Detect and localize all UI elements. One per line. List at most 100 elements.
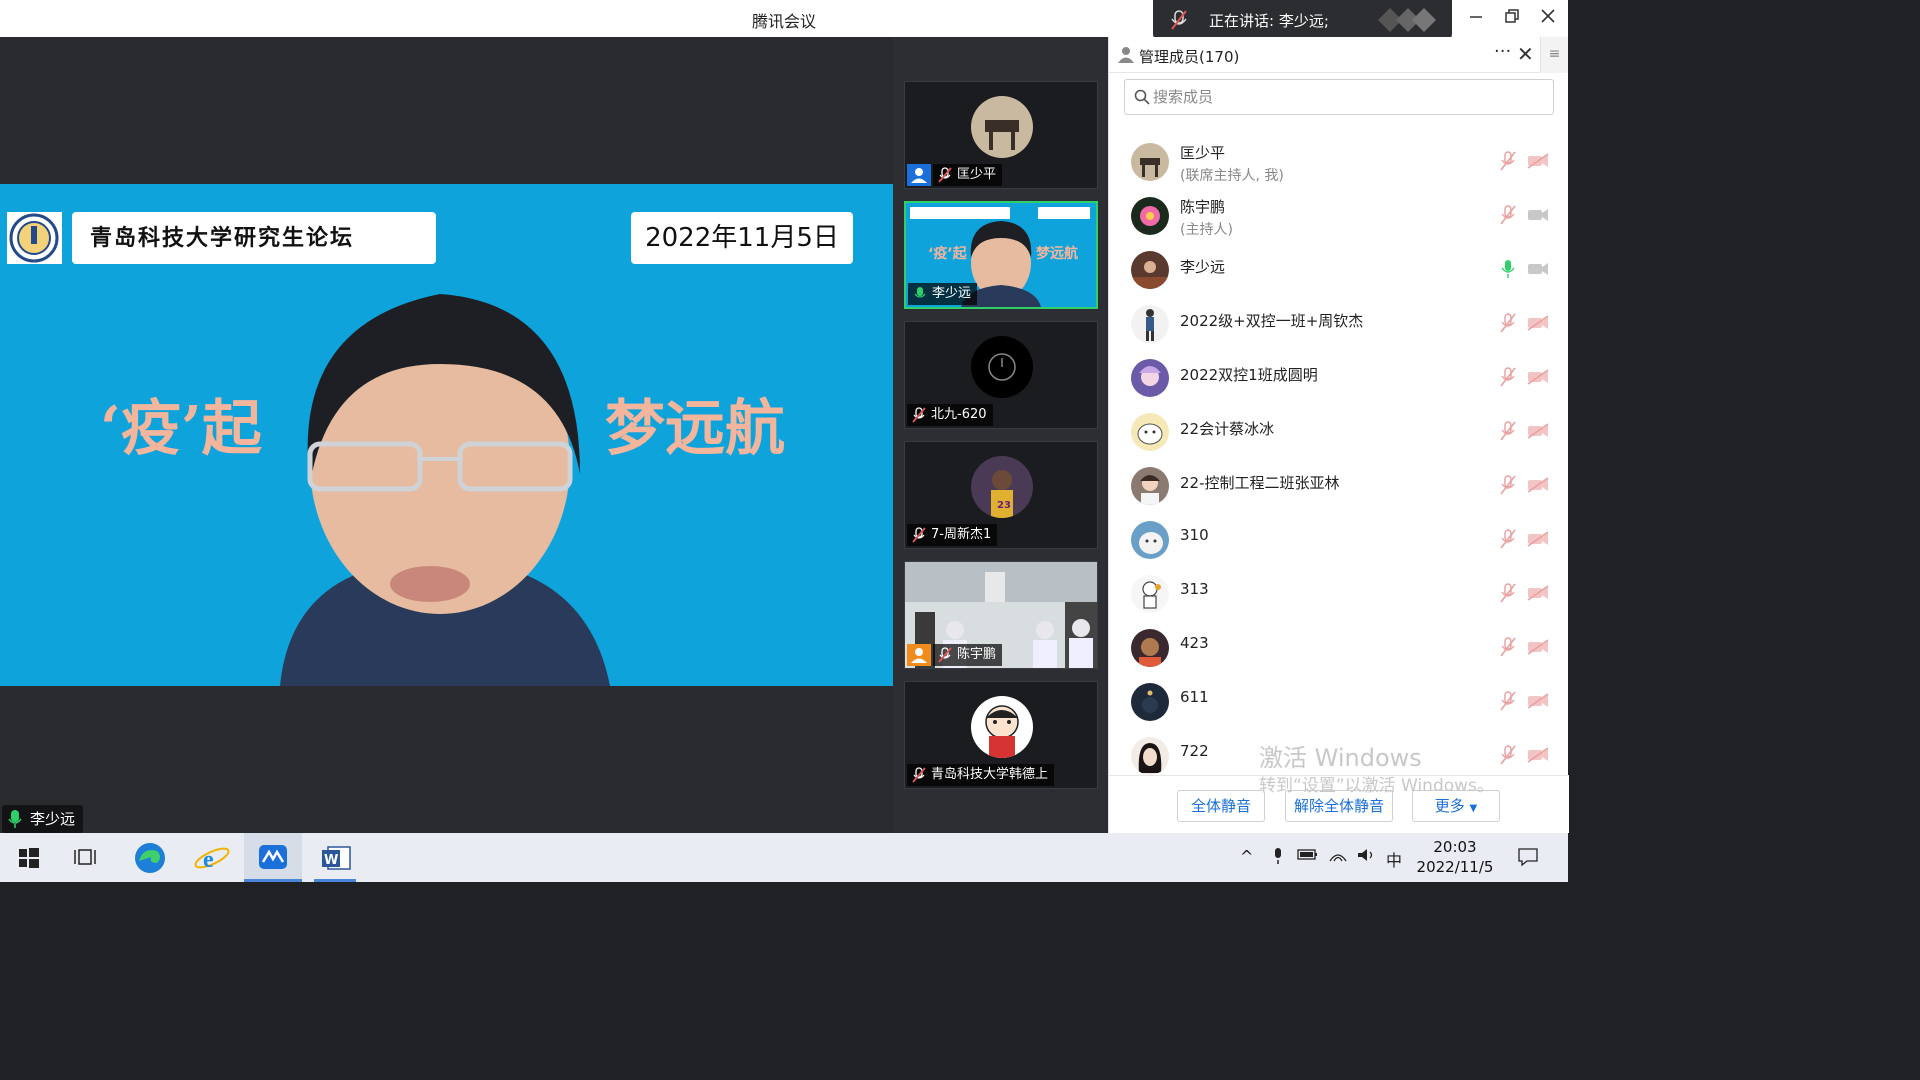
member-row[interactable]: 423	[1109, 623, 1569, 677]
thumbnail-tile[interactable]: 匡少平	[904, 81, 1098, 189]
camera-off-icon[interactable]	[1527, 153, 1549, 169]
ie-app[interactable]: e	[183, 833, 241, 882]
taskbar: e W ^ 中 20:03 2022/11/5	[0, 833, 1568, 882]
camera-off-icon[interactable]	[1527, 693, 1549, 709]
avatar	[971, 96, 1033, 158]
muted-mic-icon	[912, 407, 926, 423]
camera-off-icon[interactable]	[1527, 585, 1549, 601]
start-button[interactable]	[0, 833, 58, 882]
avatar	[1131, 143, 1169, 181]
member-name: 313	[1180, 580, 1209, 598]
thumbnail-name: 青岛科技大学韩德上	[931, 767, 1049, 782]
muted-mic-icon[interactable]	[1499, 529, 1517, 549]
muted-mic-icon[interactable]	[1499, 421, 1517, 441]
member-row[interactable]: 313	[1109, 569, 1569, 623]
camera-off-icon[interactable]	[1527, 423, 1549, 439]
microphone-tray-icon[interactable]	[1272, 847, 1284, 865]
close-window-button[interactable]	[1533, 4, 1563, 32]
member-row[interactable]: 310	[1109, 515, 1569, 569]
volume-icon[interactable]	[1356, 847, 1378, 863]
muted-mic-icon[interactable]	[1499, 313, 1517, 333]
member-row[interactable]: 李少远	[1109, 245, 1569, 299]
wifi-icon[interactable]	[1328, 847, 1348, 863]
camera-off-icon[interactable]	[1527, 369, 1549, 385]
thumbnail-tile[interactable]: 青岛科技大学韩德上	[904, 681, 1098, 789]
avatar	[1131, 305, 1169, 343]
thumbnail-label: 青岛科技大学韩德上	[907, 764, 1055, 786]
avatar	[971, 696, 1033, 758]
camera-icon[interactable]	[1527, 207, 1549, 223]
avatar	[1131, 683, 1169, 721]
thumbnail-label: 北九-620	[907, 404, 993, 426]
activation-watermark-subtitle: 转到“设置”以激活 Windows。	[1259, 776, 1494, 796]
avatar	[1131, 575, 1169, 613]
member-role: (主持人)	[1180, 222, 1233, 238]
university-logo	[7, 212, 62, 264]
more-options-icon[interactable]: ···	[1494, 41, 1511, 62]
camera-off-icon[interactable]	[1527, 315, 1549, 331]
active-mic-icon[interactable]	[1499, 259, 1517, 279]
speaker-avatars-decoration	[1378, 8, 1436, 32]
members-panel: 管理成员(170) ··· ✕ 匡少平 (联席主持人, 我) 陈宇鹏 (主持人)…	[1108, 37, 1569, 833]
muted-mic-icon[interactable]	[1499, 151, 1517, 171]
camera-off-icon[interactable]	[1527, 747, 1549, 763]
tencent-meeting-icon	[259, 845, 287, 869]
people-icon	[1118, 47, 1134, 63]
thumbnail-label: 陈宇鹏	[933, 644, 1003, 666]
member-row[interactable]: 2022双控1班成圆明	[1109, 353, 1569, 407]
camera-off-icon[interactable]	[1527, 639, 1549, 655]
restore-button[interactable]	[1497, 4, 1527, 32]
panel-menu-button[interactable]: ≡	[1540, 37, 1568, 73]
muted-mic-icon	[938, 647, 952, 663]
camera-off-icon[interactable]	[1527, 477, 1549, 493]
task-view-button[interactable]	[58, 833, 116, 882]
avatar	[1131, 413, 1169, 451]
thumbnail-tile-active[interactable]: ‘疫’起 梦远航 李少远	[904, 201, 1098, 309]
member-role: (联席主持人, 我)	[1180, 168, 1284, 184]
muted-mic-icon[interactable]	[1499, 367, 1517, 387]
thumbnail-tile[interactable]: 23 7-周新杰1	[904, 441, 1098, 549]
svg-text:23: 23	[997, 500, 1011, 511]
word-icon: W	[322, 846, 351, 870]
muted-mic-icon[interactable]	[1499, 583, 1517, 603]
windows-logo-icon	[19, 848, 39, 868]
battery-icon[interactable]	[1297, 847, 1319, 861]
member-row[interactable]: 匡少平 (联席主持人, 我)	[1109, 137, 1569, 191]
thumbnail-tile[interactable]: 北九-620	[904, 321, 1098, 429]
search-input[interactable]	[1153, 86, 1543, 108]
member-row[interactable]: 22会计蔡冰冰	[1109, 407, 1569, 461]
banner-title: 青岛科技大学研究生论坛	[72, 212, 436, 264]
close-panel-button[interactable]: ✕	[1517, 42, 1534, 66]
muted-mic-icon[interactable]	[1499, 745, 1517, 765]
member-row[interactable]: 2022级+双控一班+周钦杰	[1109, 299, 1569, 353]
member-row[interactable]: 611	[1109, 677, 1569, 731]
svg-text:W: W	[324, 853, 338, 868]
muted-mic-icon[interactable]	[1499, 475, 1517, 495]
camera-icon[interactable]	[1527, 261, 1549, 277]
member-row[interactable]: 22-控制工程二班张亚林	[1109, 461, 1569, 515]
main-speaker-video[interactable]: 青岛科技大学研究生论坛 2022年11月5日 ‘疫’起 梦远航	[0, 184, 893, 686]
tencent-meeting-app[interactable]	[244, 833, 302, 882]
camera-off-icon[interactable]	[1527, 531, 1549, 547]
chevron-down-icon: ▼	[1469, 803, 1478, 814]
ime-indicator[interactable]: 中	[1386, 847, 1402, 871]
muted-mic-icon[interactable]	[1499, 205, 1517, 225]
avatar	[1131, 521, 1169, 559]
muted-mic-icon	[938, 167, 952, 183]
avatar	[1131, 629, 1169, 667]
system-clock[interactable]: 20:03 2022/11/5	[1410, 837, 1500, 877]
edge-app[interactable]	[121, 833, 179, 882]
thumbnail-tile[interactable]: 陈宇鹏	[904, 561, 1098, 669]
tray-overflow-icon[interactable]: ^	[1240, 847, 1253, 866]
avatar	[971, 336, 1033, 398]
muted-mic-icon[interactable]	[1499, 637, 1517, 657]
member-search[interactable]	[1124, 79, 1554, 115]
word-app[interactable]: W	[306, 833, 364, 882]
member-row[interactable]: 陈宇鹏 (主持人)	[1109, 191, 1569, 245]
minimize-button[interactable]	[1461, 4, 1491, 32]
mute-all-button[interactable]: 全体静音	[1177, 790, 1265, 822]
avatar	[1131, 737, 1169, 775]
more-label: 更多	[1434, 797, 1465, 815]
notification-icon[interactable]	[1517, 847, 1539, 867]
muted-mic-icon[interactable]	[1499, 691, 1517, 711]
